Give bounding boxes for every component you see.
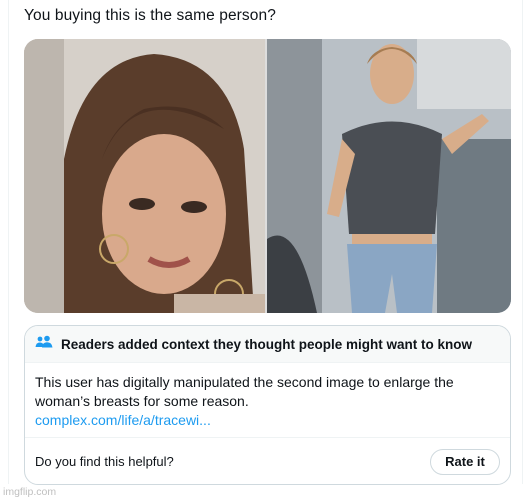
community-note-source-link[interactable]: complex.com/life/a/tracewi... [35, 411, 500, 430]
photo-selfie-illustration [24, 39, 265, 313]
helpful-question: Do you find this helpful? [35, 454, 174, 469]
community-note: Readers added context they thought peopl… [24, 325, 511, 485]
community-note-text: This user has digitally manipulated the … [35, 374, 454, 409]
imgflip-watermark: imgflip.com [3, 486, 57, 498]
community-note-body: This user has digitally manipulated the … [25, 363, 510, 430]
rate-it-button[interactable]: Rate it [430, 448, 500, 475]
photo-airplane[interactable] [267, 39, 511, 313]
photo-selfie[interactable] [24, 39, 265, 313]
community-note-footer: Do you find this helpful? Rate it [25, 437, 510, 484]
tweet-text: You buying this is the same person? [24, 7, 276, 24]
people-icon [35, 335, 53, 354]
photo-airplane-illustration [267, 39, 511, 313]
community-note-header: Readers added context they thought peopl… [25, 326, 510, 363]
media-grid[interactable] [24, 39, 511, 313]
community-note-title: Readers added context they thought peopl… [61, 336, 473, 352]
